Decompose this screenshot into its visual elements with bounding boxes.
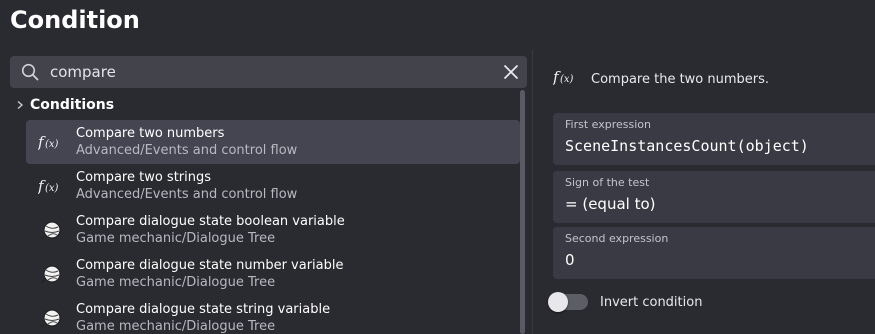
conditions-group-label: Conditions <box>30 96 115 113</box>
function-icon: f (x) <box>552 68 579 90</box>
condition-list: f (x) Compare two numbers Advanced/Events… <box>26 120 520 334</box>
list-scrollbar[interactable] <box>520 90 525 334</box>
item-name: Compare two strings <box>76 170 212 185</box>
invert-condition-toggle[interactable] <box>548 292 588 312</box>
dialog-title: Condition <box>10 6 140 34</box>
list-item[interactable]: Compare dialogue state string variable G… <box>26 296 520 334</box>
description-text: Compare the two numbers. <box>591 71 770 87</box>
item-name: Compare dialogue state number variable <box>76 258 344 273</box>
field-label: First expression <box>565 118 651 131</box>
chevron-right-icon[interactable] <box>16 95 24 114</box>
list-item[interactable]: f (x) Compare two strings Advanced/Events… <box>26 164 520 208</box>
second-expression-field[interactable]: Second expression 0 <box>553 227 875 279</box>
sign-of-test-value[interactable]: = (equal to) <box>565 195 871 213</box>
search-bar[interactable]: compare <box>10 56 527 88</box>
item-path: Game mechanic/Dialogue Tree <box>76 231 276 246</box>
item-path: Game mechanic/Dialogue Tree <box>76 275 276 290</box>
invert-condition-row[interactable]: Invert condition <box>548 292 703 312</box>
list-item[interactable]: f (x) Compare two numbers Advanced/Events… <box>26 120 520 164</box>
invert-condition-label: Invert condition <box>600 294 703 310</box>
function-icon: f (x) <box>26 164 76 208</box>
yarn-ball-icon <box>26 252 76 296</box>
item-path: Advanced/Events and control flow <box>76 143 298 158</box>
close-icon[interactable] <box>495 56 527 88</box>
yarn-ball-icon <box>26 296 76 334</box>
first-expression-input[interactable]: SceneInstancesCount(object) <box>565 137 871 155</box>
search-icon <box>10 56 50 88</box>
conditions-group-header[interactable]: Conditions <box>16 95 114 114</box>
list-item[interactable]: Compare dialogue state number variable G… <box>26 252 520 296</box>
second-expression-input[interactable]: 0 <box>565 251 871 269</box>
item-path: Advanced/Events and control flow <box>76 187 298 202</box>
condition-description: f (x) Compare the two numbers. <box>552 68 770 90</box>
item-name: Compare dialogue state string variable <box>76 302 331 317</box>
yarn-ball-icon <box>26 208 76 252</box>
first-expression-field[interactable]: First expression SceneInstancesCount(obj… <box>553 113 875 165</box>
toggle-knob <box>548 292 568 312</box>
field-label: Second expression <box>565 232 669 245</box>
list-item[interactable]: Compare dialogue state boolean variable … <box>26 208 520 252</box>
sign-of-test-select[interactable]: Sign of the test = (equal to) <box>553 171 875 223</box>
item-name: Compare two numbers <box>76 126 225 141</box>
svg-text:(x): (x) <box>45 139 59 150</box>
svg-text:(x): (x) <box>560 74 574 85</box>
function-icon: f (x) <box>26 120 76 164</box>
panel-divider <box>532 50 533 334</box>
item-path: Game mechanic/Dialogue Tree <box>76 319 276 334</box>
search-input[interactable]: compare <box>50 63 495 81</box>
field-label: Sign of the test <box>565 176 650 189</box>
item-name: Compare dialogue state boolean variable <box>76 214 345 229</box>
svg-text:(x): (x) <box>45 183 59 194</box>
